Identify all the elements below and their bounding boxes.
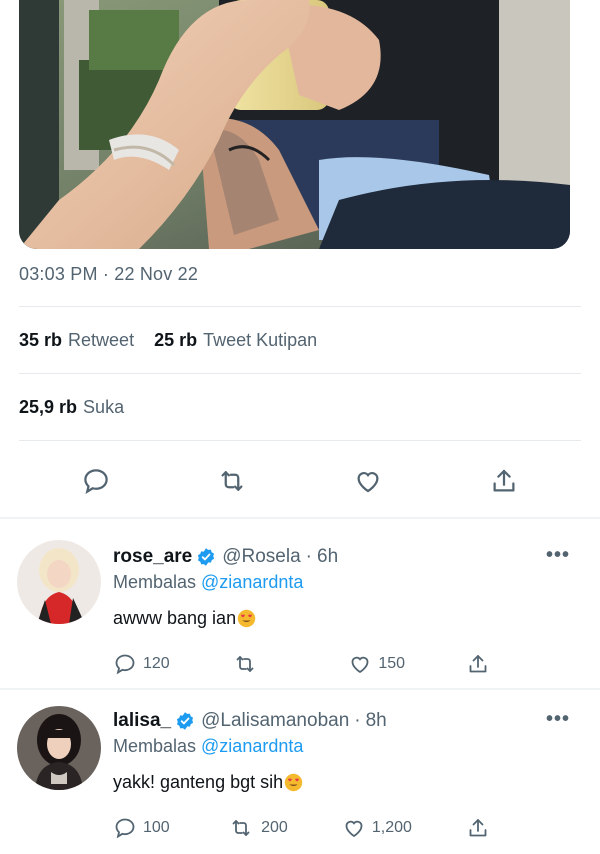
- share-icon: [469, 819, 487, 837]
- mention-link[interactable]: @zianardnta: [201, 572, 303, 592]
- likes-stat[interactable]: 25,9 rb Suka: [19, 397, 124, 418]
- retweet-label: Retweet: [68, 330, 135, 350]
- section-separator: [0, 517, 600, 519]
- divider: [19, 440, 581, 441]
- reply-retweet-button[interactable]: 200: [227, 816, 288, 840]
- replying-label: Membalas: [113, 736, 197, 756]
- tweet-photo[interactable]: [19, 0, 570, 249]
- quotes-stat[interactable]: 25 rb Tweet Kutipan: [154, 330, 317, 351]
- divider: [19, 306, 581, 307]
- reply-author-name[interactable]: lalisa_: [113, 710, 171, 732]
- verified-badge-icon: [196, 547, 216, 567]
- divider: [19, 373, 581, 374]
- avatar[interactable]: [17, 540, 101, 624]
- reply-share-button[interactable]: [466, 816, 490, 840]
- separator-dot: ·: [305, 546, 312, 567]
- tweet-stats-likes: 25,9 rb Suka: [19, 397, 124, 418]
- reply-header: rose_are @Rosela · 6h: [113, 546, 338, 568]
- replying-label: Membalas: [113, 572, 197, 592]
- like-label: Suka: [83, 397, 125, 417]
- reply-actions: 120 150: [113, 652, 490, 676]
- reply-count: 100: [143, 819, 170, 836]
- reply-author-handle[interactable]: @Rosela: [222, 546, 300, 568]
- reply-comment-button[interactable]: 100: [113, 816, 173, 840]
- reply-text: yakk! ganteng bgt sih: [113, 772, 303, 793]
- reply-share-button[interactable]: [466, 652, 490, 676]
- reply-comment-button[interactable]: 120: [113, 652, 173, 676]
- reply-author-handle[interactable]: @Lalisamanoban: [201, 710, 349, 732]
- reply-actions: 100 200 1,200: [113, 816, 490, 840]
- reply-icon: [115, 818, 135, 839]
- replying-to: Membalas @zianardnta: [113, 572, 303, 593]
- reply-like-button[interactable]: 1,200: [342, 816, 412, 840]
- verified-badge-icon: [175, 711, 195, 731]
- reply-item[interactable]: lalisa_ @Lalisamanoban · 8h ••• Membalas…: [0, 686, 600, 852]
- retweet-icon: [236, 656, 254, 672]
- reply-body: yakk! ganteng bgt sih: [113, 772, 284, 792]
- reply-header: lalisa_ @Lalisamanoban · 8h: [113, 710, 387, 732]
- reply-retweet-button[interactable]: [231, 652, 291, 676]
- reply-time[interactable]: 6h: [317, 546, 338, 568]
- like-count: 25,9 rb: [19, 397, 78, 417]
- tweet-stats-retweets: 35 rb Retweet 25 rb Tweet Kutipan: [19, 330, 317, 351]
- retweet-count: 35 rb: [19, 330, 63, 350]
- quote-count: 25 rb: [154, 330, 198, 350]
- reply-count: 120: [143, 655, 170, 672]
- reply-like-button[interactable]: 150: [348, 652, 408, 676]
- mention-link[interactable]: @zianardnta: [201, 736, 303, 756]
- retweet-count: 200: [261, 819, 288, 836]
- heart-eyes-emoji-icon: [284, 773, 303, 792]
- like-count: 1,200: [371, 819, 412, 836]
- reply-text: awww bang ian: [113, 608, 256, 629]
- like-icon[interactable]: [348, 461, 388, 501]
- photo-image: [19, 0, 570, 249]
- more-options-icon[interactable]: •••: [546, 544, 570, 567]
- retweets-stat[interactable]: 35 rb Retweet: [19, 330, 134, 351]
- quote-label: Tweet Kutipan: [203, 330, 318, 350]
- tweet-actions: [0, 456, 600, 506]
- retweet-icon: [232, 820, 250, 836]
- separator-dot: ·: [354, 710, 361, 731]
- share-icon: [469, 655, 487, 673]
- share-icon[interactable]: [484, 461, 524, 501]
- like-icon: [345, 820, 363, 838]
- heart-eyes-emoji-icon: [237, 609, 256, 628]
- reply-item[interactable]: rose_are @Rosela · 6h ••• Membalas @ziana…: [0, 520, 600, 686]
- reply-icon: [115, 654, 135, 675]
- like-icon: [351, 656, 369, 674]
- reply-icon[interactable]: [76, 461, 116, 501]
- reply-author-name[interactable]: rose_are: [113, 546, 192, 568]
- tweet-timestamp[interactable]: 03:03 PM · 22 Nov 22: [19, 264, 198, 285]
- replying-to: Membalas @zianardnta: [113, 736, 303, 757]
- like-count: 150: [378, 655, 406, 672]
- avatar[interactable]: [17, 706, 101, 790]
- reply-time[interactable]: 8h: [366, 710, 387, 732]
- more-options-icon[interactable]: •••: [546, 708, 570, 731]
- reply-body: awww bang ian: [113, 608, 237, 628]
- retweet-icon[interactable]: [212, 461, 252, 501]
